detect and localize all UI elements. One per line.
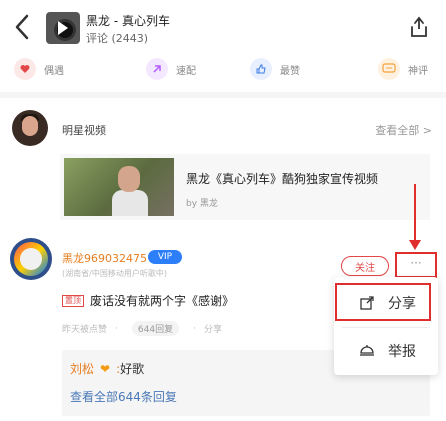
comments-count: 评论 (2443)	[86, 32, 149, 45]
avatar-face	[22, 116, 38, 136]
dropdown-divider	[342, 327, 430, 328]
thumbnail-shirt	[112, 190, 148, 216]
highlight-box	[335, 283, 431, 321]
video-author: by 黑龙	[186, 199, 218, 209]
heart-icon	[14, 58, 36, 80]
video-title: 黑龙《真心列车》酷狗独家宣传视频	[186, 172, 379, 186]
share-icon[interactable]	[406, 14, 432, 40]
annotation-arrowhead	[409, 240, 421, 250]
reply-author[interactable]: 刘松	[70, 360, 94, 377]
reaction-3[interactable]: 最赞	[250, 58, 300, 80]
avatar-inner	[20, 248, 42, 270]
reaction-4[interactable]: 神评	[378, 58, 428, 80]
video-thumbnail	[64, 158, 174, 216]
video-card[interactable]: 黑龙《真心列车》酷狗独家宣传视频 by 黑龙	[60, 154, 430, 220]
annotation-arrow	[414, 184, 416, 246]
star-avatar	[12, 110, 48, 146]
dot-separator: ·	[193, 323, 196, 334]
thumb-icon	[250, 58, 272, 80]
play-icon	[58, 21, 68, 35]
sparkle-icon	[146, 58, 168, 80]
comment-text: 置顶 废话没有就两个字《感谢》	[62, 292, 234, 309]
view-all-link[interactable]: 查看全部 >	[375, 122, 432, 138]
reaction-label: 最赞	[280, 65, 300, 77]
heart-icon: ❤	[100, 361, 111, 376]
section-divider	[0, 92, 446, 98]
dropdown-report[interactable]: 举报	[334, 329, 438, 373]
commenter-avatar[interactable]	[10, 238, 52, 280]
back-arrow-icon[interactable]	[10, 12, 34, 42]
pinned-tag: 置顶	[62, 294, 84, 307]
reaction-1[interactable]: 偶遇	[14, 58, 64, 80]
reaction-label: 偶遇	[44, 65, 64, 77]
report-icon	[358, 342, 376, 360]
commenter-status: (湖南省/中国移动用户听歌中)	[62, 269, 167, 278]
highlight-box	[395, 252, 437, 278]
vip-badge: VIP	[148, 250, 182, 264]
comment-meta: 昨天被点赞 · 644回复 · 分享	[62, 321, 222, 336]
comment-body: 废话没有就两个字《感谢》	[90, 294, 235, 308]
star-video-row[interactable]: 明星视频 查看全部 >	[0, 104, 446, 150]
reply-count[interactable]: 644回复	[131, 321, 180, 336]
commenter-name[interactable]: 黑龙969032475	[62, 250, 147, 266]
thumbnail-face	[118, 166, 140, 192]
reaction-bar: 偶遇 速配 最赞 神评	[0, 52, 446, 88]
follow-button[interactable]: 关注	[341, 256, 389, 276]
reply-text: 好歌	[120, 362, 145, 376]
reaction-2[interactable]: 速配	[146, 58, 196, 80]
share-link[interactable]: 分享	[204, 322, 222, 335]
dropdown-report-label: 举报	[388, 344, 416, 360]
comment-time: 昨天被点赞	[62, 325, 108, 335]
dot-separator: ·	[115, 323, 118, 334]
song-thumbnail[interactable]	[46, 12, 80, 44]
song-title: 黑龙 - 真心列车	[86, 14, 170, 28]
reply-line: 刘松 ❤ : 好歌	[70, 360, 144, 377]
chat-icon	[378, 58, 400, 80]
reaction-label: 速配	[176, 65, 196, 77]
view-all-replies[interactable]: 查看全部644条回复	[70, 388, 177, 405]
star-video-label: 明星视频	[62, 124, 106, 137]
reaction-label: 神评	[408, 65, 428, 77]
options-dropdown: 分享 举报	[334, 277, 438, 375]
header-bar: 黑龙 - 真心列车 评论 (2443)	[0, 0, 446, 52]
